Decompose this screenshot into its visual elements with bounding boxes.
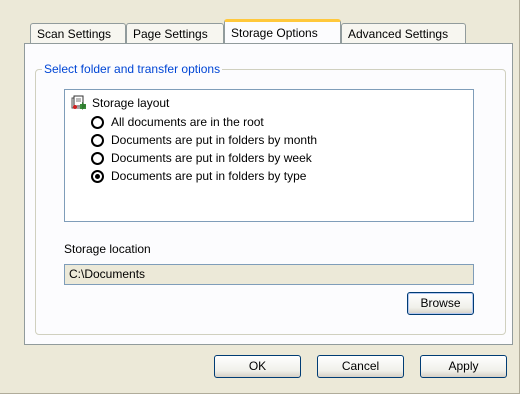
groupbox-title: Select folder and transfer options [42,62,223,76]
storage-options-dialog: Scan Settings Page Settings Storage Opti… [0,0,520,394]
radio-button[interactable] [91,151,104,165]
storage-options-panel: Select folder and transfer options Stora… [24,43,513,345]
storage-layout-list: Storage layout All documents are in the … [64,89,474,222]
ok-button[interactable]: OK [214,355,301,378]
radio-label: Documents are put in folders by month [111,133,318,147]
folder-transfer-groupbox: Select folder and transfer options Stora… [35,62,506,335]
radio-button[interactable] [91,133,104,147]
radio-option-by-week[interactable]: Documents are put in folders by week [91,150,312,166]
radio-option-by-type[interactable]: Documents are put in folders by type [91,168,306,184]
tab-advanced-settings[interactable]: Advanced Settings [341,23,466,43]
tab-page-settings[interactable]: Page Settings [126,23,224,43]
radio-button[interactable] [91,115,104,129]
radio-label: Documents are put in folders by type [111,169,307,183]
apply-button[interactable]: Apply [420,355,507,378]
storage-location-field[interactable]: C:\Documents [64,264,474,285]
radio-option-by-month[interactable]: Documents are put in folders by month [91,132,317,148]
radio-option-root[interactable]: All documents are in the root [91,114,264,130]
tab-storage-options[interactable]: Storage Options [224,19,341,43]
storage-location-label: Storage location [64,242,151,256]
storage-layout-icon [71,95,87,111]
radio-label: Documents are put in folders by week [111,151,312,165]
storage-layout-heading: Storage layout [71,95,169,111]
storage-layout-label: Storage layout [92,96,170,110]
radio-label: All documents are in the root [111,115,264,129]
browse-button[interactable]: Browse [407,292,474,315]
radio-button-selected[interactable] [91,169,104,183]
tab-scan-settings[interactable]: Scan Settings [30,23,126,43]
cancel-button[interactable]: Cancel [317,355,404,378]
